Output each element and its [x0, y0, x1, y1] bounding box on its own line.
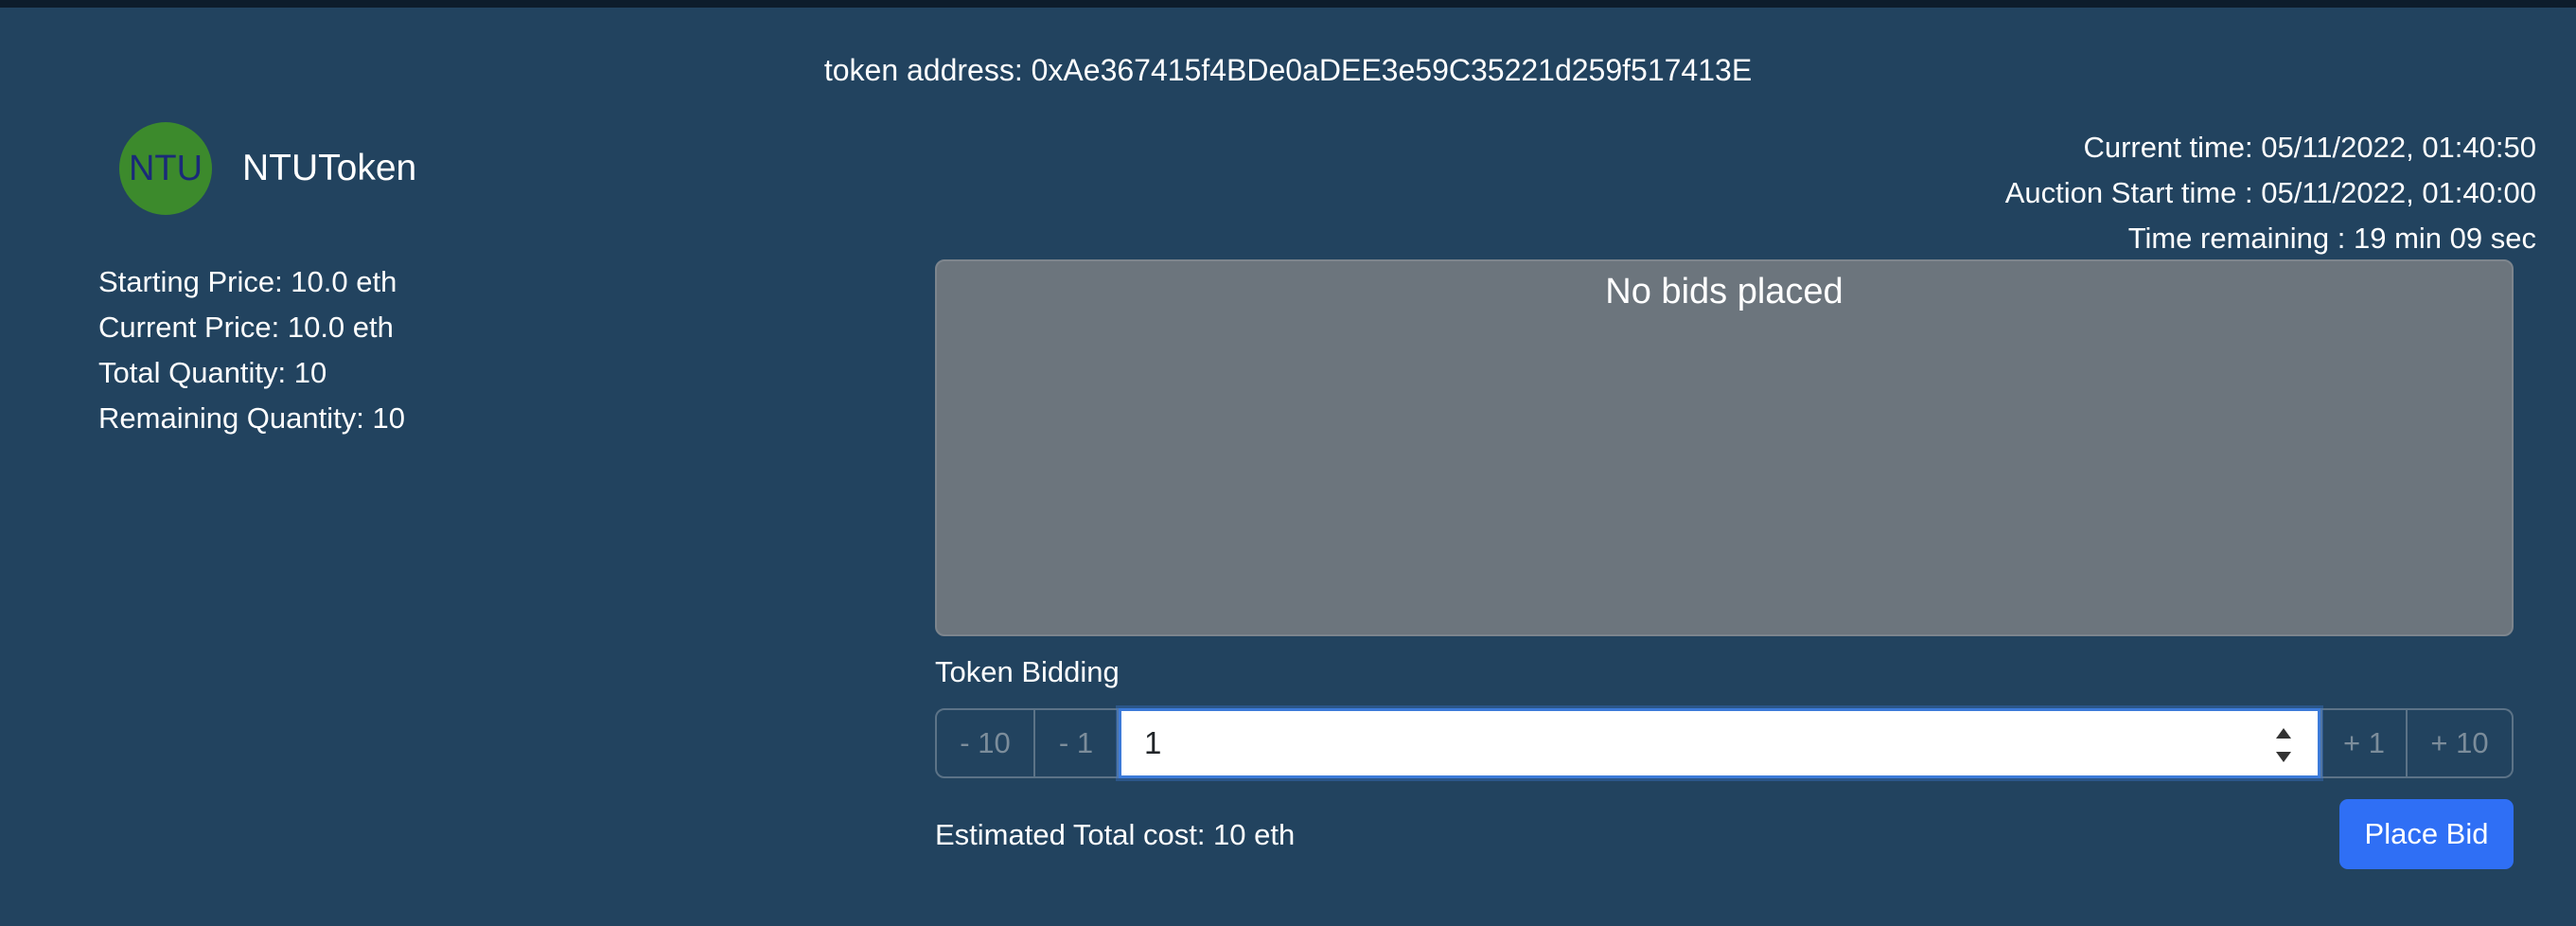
- no-bids-message: No bids placed: [1605, 272, 1844, 312]
- spinner-up-icon[interactable]: [2276, 728, 2291, 739]
- place-bid-button[interactable]: Place Bid: [2339, 799, 2514, 869]
- estimated-total-cost: Estimated Total cost: 10 eth: [935, 818, 1296, 851]
- plus-10-button[interactable]: + 10: [2408, 708, 2514, 778]
- minus-10-button[interactable]: - 10: [935, 708, 1035, 778]
- quantity-input[interactable]: 1: [1119, 708, 2320, 778]
- auction-page: token address: 0xAe367415f4BDe0aDEE3e59C…: [0, 0, 2576, 926]
- token-bidding-label: Token Bidding: [935, 655, 1120, 688]
- quantity-value: 1: [1144, 725, 1162, 760]
- minus-1-button[interactable]: - 1: [1035, 708, 1119, 778]
- spinner-down-icon[interactable]: [2276, 752, 2291, 762]
- spinner-control[interactable]: [2270, 724, 2297, 766]
- token-address: token address: 0xAe367415f4BDe0aDEE3e59C…: [823, 53, 1753, 87]
- starting-price: Starting Price: 10.0 eth: [98, 265, 397, 298]
- token-name: NTUToken: [242, 148, 417, 188]
- plus-1-button[interactable]: + 1: [2320, 708, 2408, 778]
- bids-panel: No bids placed: [935, 259, 2514, 636]
- token-brand: NTU NTUToken: [119, 121, 416, 216]
- time-remaining: Time remaining : 19 min 09 sec: [2127, 222, 2536, 255]
- auction-info: Starting Price: 10.0 eth Current Price: …: [98, 259, 405, 441]
- auction-start-time: Auction Start time : 05/11/2022, 01:40:0…: [2004, 176, 2536, 209]
- token-logo: NTU: [119, 122, 212, 215]
- total-quantity: Total Quantity: 10: [98, 356, 327, 389]
- current-price: Current Price: 10.0 eth: [98, 311, 394, 344]
- quantity-stepper: - 10 - 1 1 + 1 + 10: [935, 708, 2514, 778]
- remaining-quantity: Remaining Quantity: 10: [98, 401, 405, 435]
- auction-times: Current time: 05/11/2022, 01:40:50 Aucti…: [2005, 125, 2536, 261]
- current-time: Current time: 05/11/2022, 01:40:50: [2083, 131, 2536, 164]
